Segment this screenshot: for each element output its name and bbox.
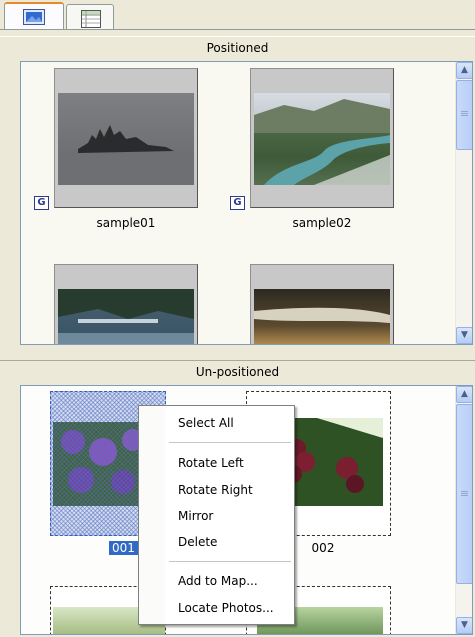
scroll-up-icon[interactable]: ▲ [456,62,472,79]
menu-item-rotate-left[interactable]: Rotate Left [139,451,294,475]
unpositioned-scrollbar[interactable]: ▲ ▼ [455,386,472,634]
photo-thumbnail-sample01[interactable] [54,68,198,208]
list-grid-icon [81,10,101,28]
menu-item-locate-photos[interactable]: Locate Photos... [139,596,294,620]
photo-icon [23,9,45,25]
photo-image [254,93,390,185]
photo-image [58,93,194,185]
menu-separator [169,442,291,443]
positioned-section-header: Positioned [0,36,475,58]
scroll-down-icon[interactable]: ▼ [456,617,472,634]
tab-strip [0,0,475,32]
unpositioned-section-header: Un-positioned [0,360,475,382]
menu-item-add-to-map[interactable]: Add to Map... [139,569,294,593]
photo-caption: sample02 [292,216,352,230]
photo-image [58,289,194,344]
photo-thumbnail[interactable] [54,264,198,344]
menu-separator [169,561,291,562]
scroll-up-icon[interactable]: ▲ [456,386,472,403]
scroll-thumb[interactable] [456,80,472,150]
positioned-photo-panel[interactable]: G sample01 G sample02 ▲ ▼ [20,61,473,345]
context-menu: Select All Rotate Left Rotate Right Mirr… [138,405,295,625]
menu-item-delete[interactable]: Delete [139,530,294,554]
scroll-down-icon[interactable]: ▼ [456,327,472,344]
geotag-badge: G [34,196,49,210]
photo-caption-selected: 001 [109,541,138,555]
tab-list[interactable] [66,4,114,30]
menu-item-mirror[interactable]: Mirror [139,504,294,528]
photo-thumbnail[interactable] [250,264,394,344]
geotag-badge: G [230,196,245,210]
photo-caption: sample01 [96,216,156,230]
positioned-scrollbar[interactable]: ▲ ▼ [455,62,472,344]
photo-thumbnail-sample02[interactable] [250,68,394,208]
tab-underline [0,29,475,30]
photo-image [254,289,390,344]
tab-photos[interactable] [4,2,64,30]
menu-item-select-all[interactable]: Select All [139,411,294,435]
menu-item-rotate-right[interactable]: Rotate Right [139,478,294,502]
scroll-thumb[interactable] [456,404,472,584]
